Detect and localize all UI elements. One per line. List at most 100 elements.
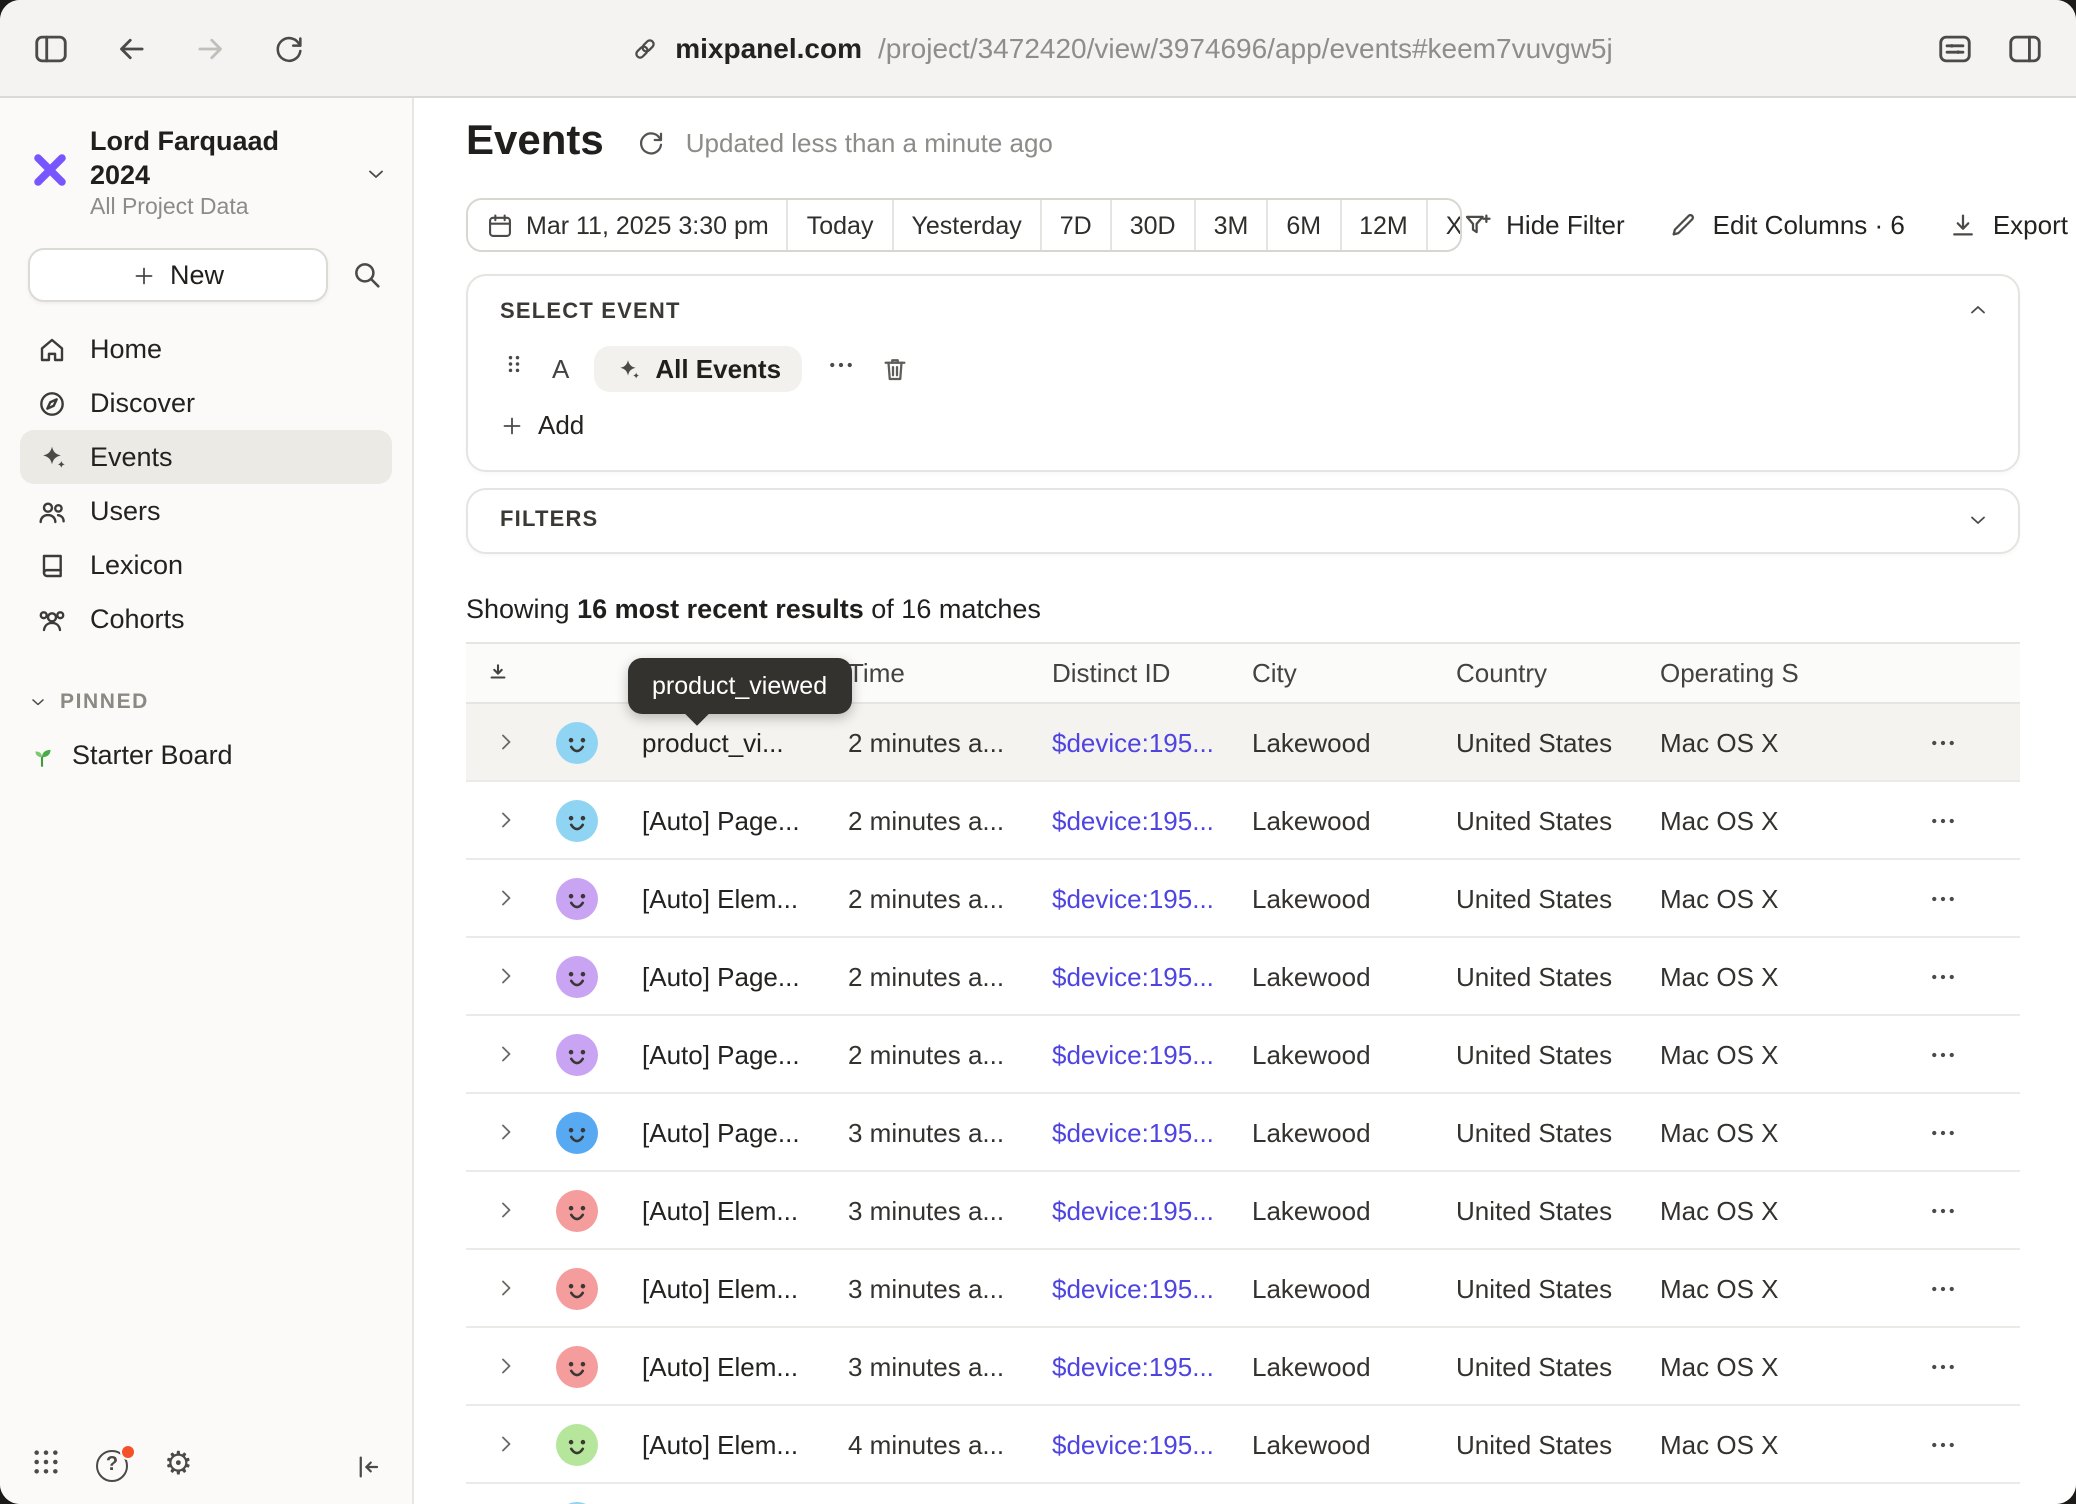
- event-name[interactable]: [Auto] Page...: [642, 805, 848, 835]
- add-event-button[interactable]: Add: [500, 410, 584, 440]
- row-menu-icon[interactable]: [1927, 961, 1957, 991]
- event-name[interactable]: [Auto] Elem...: [642, 1429, 848, 1459]
- row-menu-icon[interactable]: [1927, 1351, 1957, 1381]
- col-header-distinct-id[interactable]: Distinct ID: [1052, 658, 1252, 688]
- pinned-section-header[interactable]: PINNED: [28, 690, 384, 714]
- range-7d[interactable]: 7D: [1040, 200, 1110, 250]
- range-yesterday[interactable]: Yesterday: [891, 200, 1039, 250]
- date-picker-button[interactable]: Mar 11, 2025 3:30 pm: [468, 200, 787, 250]
- table-row[interactable]: [Auto] Page... 3 minutes a... $device:19…: [466, 1094, 2020, 1172]
- range-12m[interactable]: 12M: [1339, 200, 1426, 250]
- collapse-rows-icon[interactable]: [466, 659, 546, 687]
- table-row[interactable]: [Auto] Elem... 3 minutes a... $device:19…: [466, 1328, 2020, 1406]
- search-icon[interactable]: [350, 258, 384, 292]
- expand-row-chevron-icon[interactable]: [466, 1042, 546, 1066]
- help-icon[interactable]: ?: [96, 1449, 130, 1483]
- more-options-icon[interactable]: [825, 349, 855, 389]
- expand-row-chevron-icon[interactable]: [466, 1432, 546, 1456]
- expand-row-chevron-icon[interactable]: [466, 808, 546, 832]
- settings-gear-icon[interactable]: ⚙: [164, 1450, 193, 1482]
- row-menu-icon[interactable]: [1927, 1273, 1957, 1303]
- workspace-switcher[interactable]: Lord Farquaad 2024 All Project Data: [0, 114, 412, 234]
- collapse-sidebar-icon[interactable]: [352, 1451, 382, 1481]
- expand-row-chevron-icon[interactable]: [466, 1276, 546, 1300]
- row-menu-icon[interactable]: [1927, 1117, 1957, 1147]
- back-icon[interactable]: [112, 29, 150, 67]
- expand-row-chevron-icon[interactable]: [466, 964, 546, 988]
- event-selector-chip[interactable]: All Events: [593, 346, 801, 392]
- table-row[interactable]: [Auto] Elem... 3 minutes a... $device:19…: [466, 1172, 2020, 1250]
- event-name[interactable]: [Auto] Elem...: [642, 1195, 848, 1225]
- event-name[interactable]: [Auto] Page...: [642, 961, 848, 991]
- sidebar-toggle-icon[interactable]: [32, 29, 70, 67]
- trash-icon[interactable]: [879, 354, 909, 384]
- reload-icon[interactable]: [272, 31, 306, 65]
- expand-row-chevron-icon[interactable]: [466, 1198, 546, 1222]
- range-xtd[interactable]: XTD: [1426, 200, 1462, 250]
- distinct-id-link[interactable]: $device:195...: [1052, 1039, 1252, 1069]
- sidebar-item-home[interactable]: Home: [20, 322, 392, 376]
- row-menu-icon[interactable]: [1927, 805, 1957, 835]
- distinct-id-link[interactable]: $device:195...: [1052, 727, 1252, 757]
- event-name[interactable]: [Auto] Elem...: [642, 883, 848, 913]
- table-row[interactable]: [Auto] Page... 2 minutes a... $device:19…: [466, 938, 2020, 1016]
- distinct-id-link[interactable]: $device:195...: [1052, 961, 1252, 991]
- table-row[interactable]: [466, 1484, 2020, 1504]
- table-row[interactable]: [Auto] Elem... 2 minutes a... $device:19…: [466, 860, 2020, 938]
- distinct-id-link[interactable]: $device:195...: [1052, 1273, 1252, 1303]
- address-bar[interactable]: mixpanel.com/project/3472420/view/397469…: [306, 32, 1936, 64]
- event-name[interactable]: [Auto] Page...: [642, 1039, 848, 1069]
- range-30d[interactable]: 30D: [1110, 200, 1194, 250]
- col-header-city[interactable]: City: [1252, 658, 1456, 688]
- table-row[interactable]: [Auto] Elem... 4 minutes a... $device:19…: [466, 1406, 2020, 1484]
- hide-filter-button[interactable]: Hide Filter: [1462, 210, 1625, 240]
- distinct-id-link[interactable]: $device:195...: [1052, 1117, 1252, 1147]
- distinct-id-link[interactable]: $device:195...: [1052, 1195, 1252, 1225]
- chevron-down-icon[interactable]: [364, 162, 388, 186]
- sidebar-item-label: Events: [90, 442, 173, 472]
- distinct-id-link[interactable]: $device:195...: [1052, 1351, 1252, 1381]
- distinct-id-link[interactable]: $device:195...: [1052, 1429, 1252, 1459]
- export-button[interactable]: Export: [1949, 210, 2068, 240]
- distinct-id-link[interactable]: $device:195...: [1052, 805, 1252, 835]
- row-menu-icon[interactable]: [1927, 1039, 1957, 1069]
- col-header-time[interactable]: Time: [848, 658, 1052, 688]
- event-time: 3 minutes a...: [848, 1273, 1052, 1303]
- drag-handle-icon[interactable]: [500, 350, 528, 388]
- range-6m[interactable]: 6M: [1266, 200, 1339, 250]
- table-row[interactable]: [Auto] Elem... 3 minutes a... $device:19…: [466, 1250, 2020, 1328]
- event-name[interactable]: product_vi...: [642, 727, 848, 757]
- row-menu-icon[interactable]: [1927, 727, 1957, 757]
- row-menu-icon[interactable]: [1927, 1195, 1957, 1225]
- sidebar-item-users[interactable]: Users: [20, 484, 392, 538]
- sidebar-item-cohorts[interactable]: Cohorts: [20, 592, 392, 646]
- range-3m[interactable]: 3M: [1194, 200, 1267, 250]
- col-header-os[interactable]: Operating S: [1660, 658, 1864, 688]
- row-menu-icon[interactable]: [1927, 883, 1957, 913]
- sidebar-item-discover[interactable]: Discover: [20, 376, 392, 430]
- col-header-country[interactable]: Country: [1456, 658, 1660, 688]
- expand-row-chevron-icon[interactable]: [466, 886, 546, 910]
- split-view-icon[interactable]: [2006, 29, 2044, 67]
- event-name[interactable]: [Auto] Elem...: [642, 1351, 848, 1381]
- chevron-up-icon[interactable]: [1966, 298, 1990, 322]
- refresh-icon[interactable]: [636, 127, 666, 157]
- page-settings-icon[interactable]: [1936, 29, 1974, 67]
- expand-row-chevron-icon[interactable]: [466, 730, 546, 754]
- range-today[interactable]: Today: [787, 200, 892, 250]
- table-row[interactable]: [Auto] Page... 2 minutes a... $device:19…: [466, 782, 2020, 860]
- sidebar-item-events[interactable]: Events: [20, 430, 392, 484]
- sidebar-item-lexicon[interactable]: Lexicon: [20, 538, 392, 592]
- chevron-down-icon[interactable]: [1966, 508, 1990, 532]
- row-menu-icon[interactable]: [1927, 1429, 1957, 1459]
- pinned-item-starter-board[interactable]: Starter Board: [28, 740, 384, 770]
- expand-row-chevron-icon[interactable]: [466, 1120, 546, 1144]
- event-name[interactable]: [Auto] Page...: [642, 1117, 848, 1147]
- apps-grid-icon[interactable]: [30, 1445, 62, 1487]
- event-name[interactable]: [Auto] Elem...: [642, 1273, 848, 1303]
- distinct-id-link[interactable]: $device:195...: [1052, 883, 1252, 913]
- table-row[interactable]: [Auto] Page... 2 minutes a... $device:19…: [466, 1016, 2020, 1094]
- expand-row-chevron-icon[interactable]: [466, 1354, 546, 1378]
- new-button[interactable]: New: [28, 248, 328, 302]
- edit-columns-button[interactable]: Edit Columns · 6: [1669, 210, 1905, 240]
